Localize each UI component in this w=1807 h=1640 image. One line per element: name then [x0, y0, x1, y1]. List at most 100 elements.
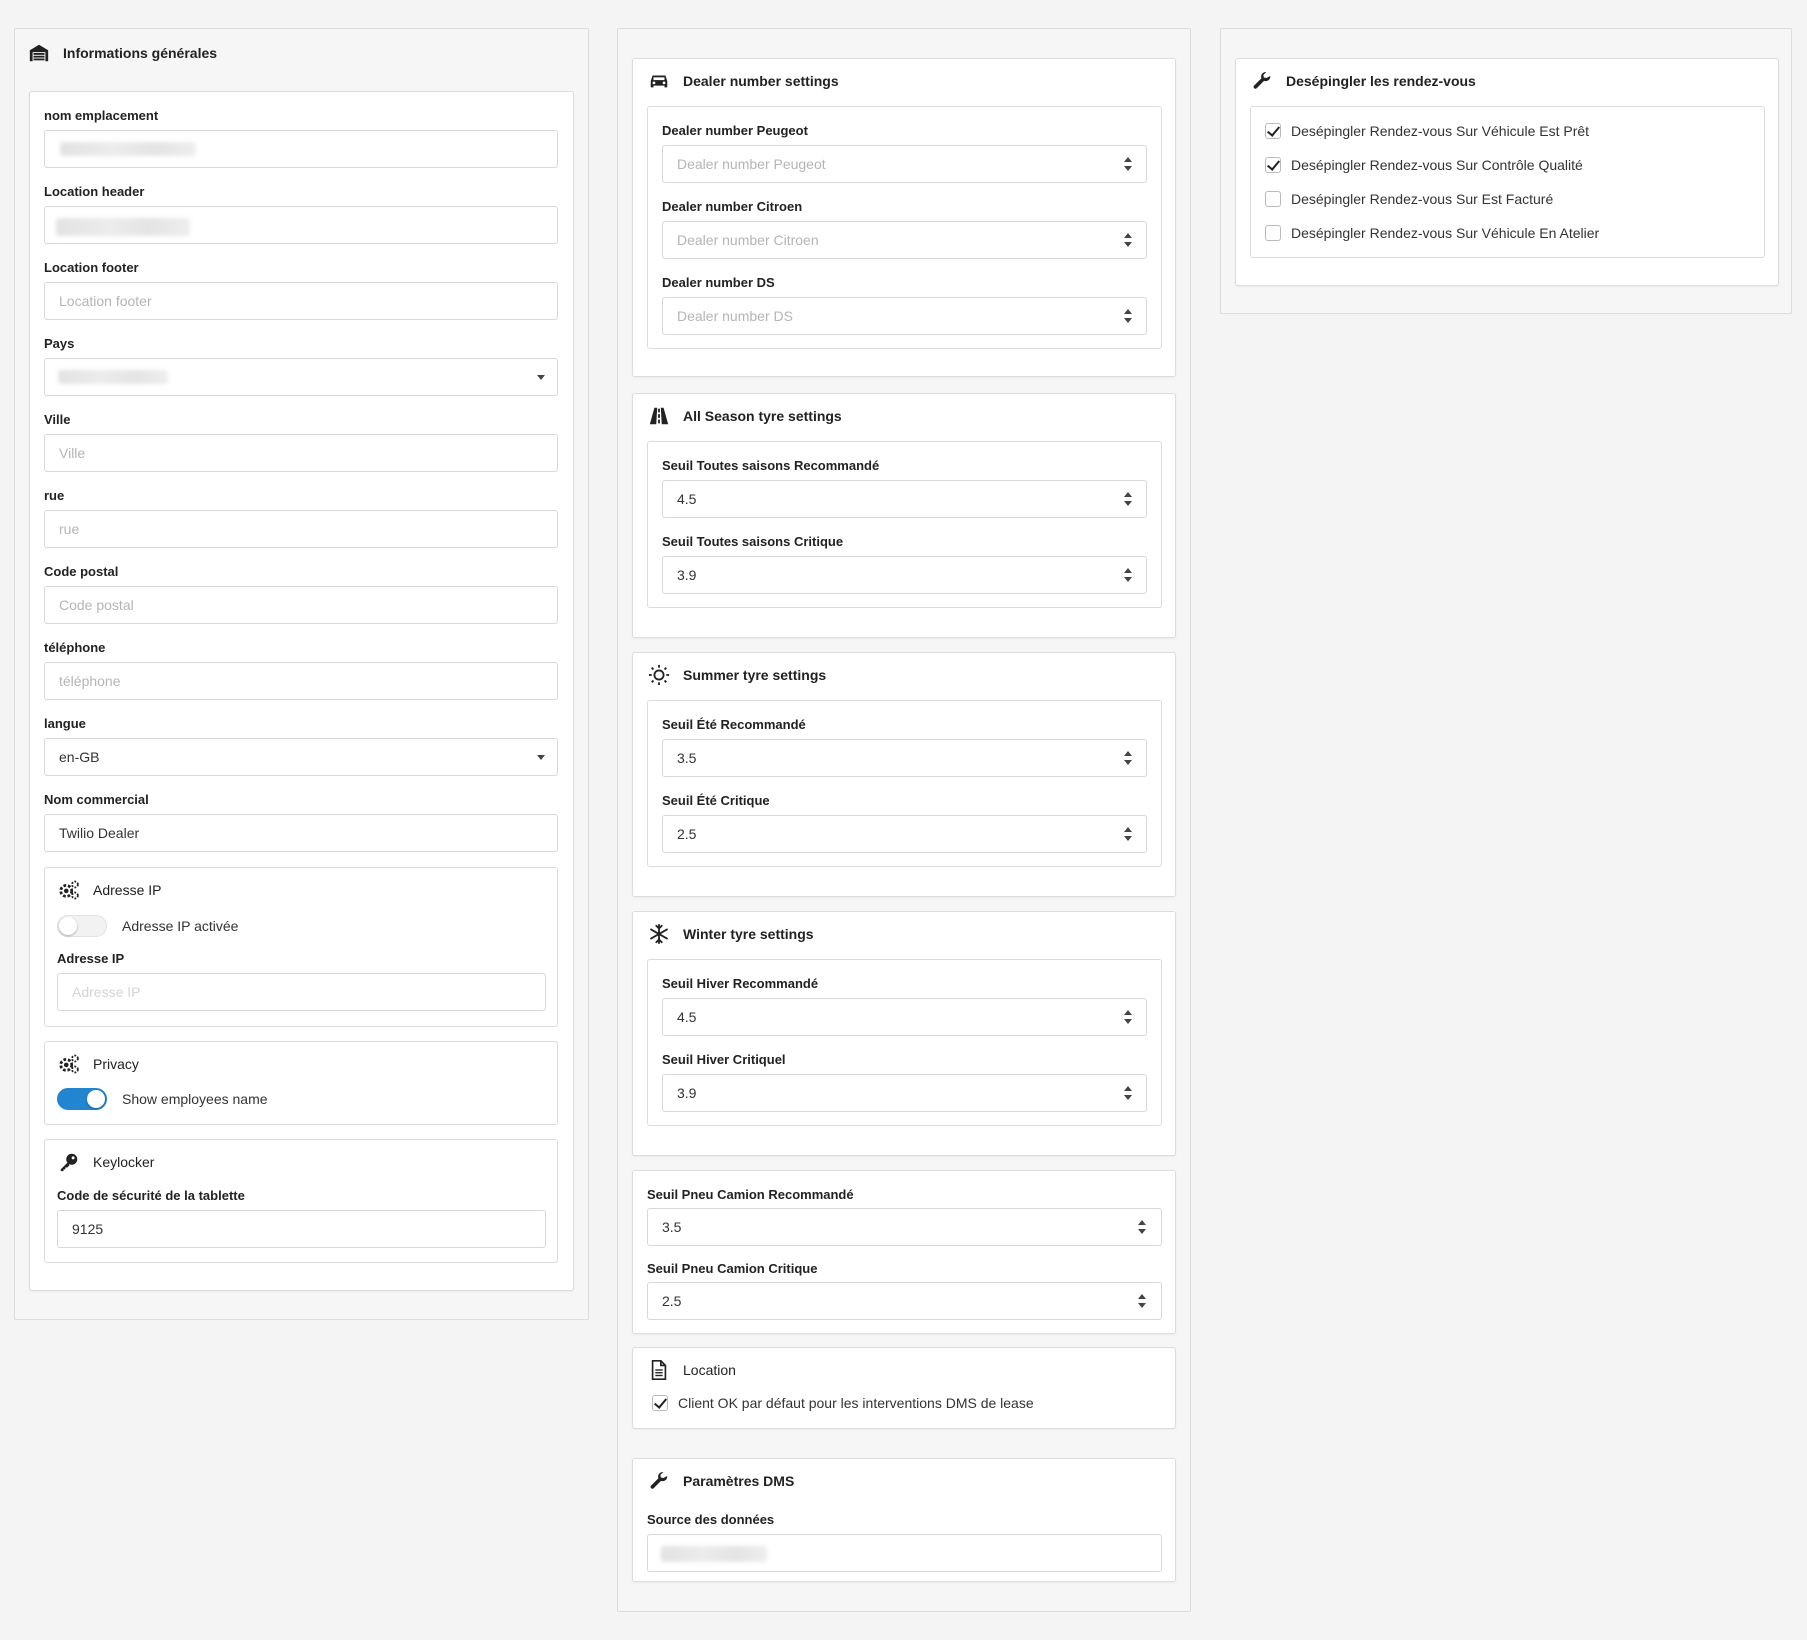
dealer-ds-input[interactable] [662, 297, 1147, 335]
stepper-icon[interactable] [1123, 491, 1133, 507]
stepper-icon[interactable] [1123, 308, 1133, 324]
key-icon [57, 1150, 81, 1174]
postal-code-input[interactable] [44, 586, 558, 624]
data-source-label: Source des données [647, 1512, 775, 1527]
phone-input[interactable] [44, 662, 558, 700]
summer-title: Summer tyre settings [683, 667, 827, 683]
dealer-citroen-label: Dealer number Citroen [662, 199, 803, 214]
location-title: Location [683, 1362, 736, 1378]
general-info-header: Informations générales [27, 41, 217, 65]
road-icon [647, 404, 671, 428]
location-footer-input[interactable] [44, 282, 558, 320]
all-season-critical-label: Seuil Toutes saisons Critique [662, 534, 844, 549]
city-input[interactable] [44, 434, 558, 472]
country-redacted [58, 370, 168, 384]
general-info-title: Informations générales [63, 45, 218, 61]
stepper-icon[interactable] [1123, 1085, 1133, 1101]
sun-icon [647, 663, 671, 687]
stepper-icon[interactable] [1137, 1219, 1147, 1235]
winter-recommended-label: Seuil Hiver Recommandé [662, 976, 819, 991]
all-season-recommended-input[interactable] [662, 480, 1147, 518]
dms-settings-panel: Paramètres DMS Source des données [632, 1458, 1176, 1582]
unpin-ready-checkbox[interactable] [1265, 123, 1281, 139]
dms-settings-title: Paramètres DMS [683, 1473, 795, 1489]
phone-label: téléphone [44, 640, 106, 655]
winter-critical-input[interactable] [662, 1074, 1147, 1112]
street-label: rue [44, 488, 65, 503]
postal-code-label: Code postal [44, 564, 119, 579]
unpin-item-invoiced[interactable]: Desépingler Rendez-vous Sur Est Facturé [1265, 191, 1553, 207]
chevron-down-icon [537, 375, 545, 380]
unpin-item-quality[interactable]: Desépingler Rendez-vous Sur Contrôle Qua… [1265, 157, 1583, 173]
unpin-panel: Desépingler les rendez-vous Desépingler … [1235, 58, 1779, 286]
dealer-peugeot-label: Dealer number Peugeot [662, 123, 808, 138]
tablet-code-input[interactable] [57, 1210, 546, 1248]
unpin-invoiced-checkbox[interactable] [1265, 191, 1281, 207]
stepper-icon[interactable] [1123, 156, 1133, 172]
location-footer-label: Location footer [44, 260, 139, 275]
commercial-name-input[interactable] [44, 814, 558, 852]
stepper-icon[interactable] [1123, 232, 1133, 248]
truck-critical-label: Seuil Pneu Camion Critique [647, 1261, 818, 1276]
dealer-peugeot-input[interactable] [662, 145, 1147, 183]
location-panel: Location Client OK par défaut pour les i… [632, 1347, 1176, 1429]
location-header-label: Location header [44, 184, 145, 199]
truck-recommended-input[interactable] [647, 1208, 1162, 1246]
dealer-number-inner: Dealer number Peugeot Dealer number Citr… [647, 106, 1162, 349]
unpin-item-ready[interactable]: Desépingler Rendez-vous Sur Véhicule Est… [1265, 123, 1589, 139]
show-employees-label: Show employees name [122, 1091, 268, 1107]
ip-address-label: Adresse IP [57, 951, 125, 966]
summer-critical-input[interactable] [662, 815, 1147, 853]
unpin-item-label: Desépingler Rendez-vous Sur Véhicule Est… [1291, 123, 1590, 139]
dealer-citroen-input[interactable] [662, 221, 1147, 259]
stepper-icon[interactable] [1123, 1009, 1133, 1025]
all-season-header: All Season tyre settings [647, 404, 842, 428]
unpin-header: Desépingler les rendez-vous [1250, 69, 1476, 93]
stepper-icon[interactable] [1137, 1293, 1147, 1309]
cogs-icon [57, 1052, 81, 1076]
client-ok-label: Client OK par défaut pour les interventi… [678, 1395, 1034, 1411]
unpin-list: Desépingler Rendez-vous Sur Véhicule Est… [1250, 106, 1765, 258]
location-header: Location [647, 1358, 736, 1382]
unpin-item-workshop[interactable]: Desépingler Rendez-vous Sur Véhicule En … [1265, 225, 1599, 241]
client-ok-checkbox-row[interactable]: Client OK par défaut pour les interventi… [652, 1395, 1034, 1411]
winter-panel: Winter tyre settings Seuil Hiver Recomma… [632, 911, 1176, 1156]
stepper-icon[interactable] [1123, 826, 1133, 842]
ip-address-header: Adresse IP [57, 878, 161, 902]
stepper-icon[interactable] [1123, 567, 1133, 583]
language-value: en-GB [59, 749, 100, 765]
country-label: Pays [44, 336, 75, 351]
keylocker-panel: Keylocker Code de sécurité de la tablett… [44, 1139, 558, 1263]
keylocker-title: Keylocker [93, 1154, 155, 1170]
ip-enabled-toggle[interactable] [57, 915, 107, 937]
commercial-name-label: Nom commercial [44, 792, 149, 807]
all-season-critical-input[interactable] [662, 556, 1147, 594]
language-label: langue [44, 716, 86, 731]
unpin-quality-checkbox[interactable] [1265, 157, 1281, 173]
client-ok-checkbox[interactable] [652, 1395, 668, 1411]
summer-recommended-input[interactable] [662, 739, 1147, 777]
truck-critical-input[interactable] [647, 1282, 1162, 1320]
city-label: Ville [44, 412, 71, 427]
ip-address-panel: Adresse IP Adresse IP activée Adresse IP [44, 867, 558, 1027]
location-header-redacted [56, 218, 190, 236]
ip-address-input[interactable] [57, 973, 546, 1011]
unpin-section: Desépingler les rendez-vous Desépingler … [1220, 28, 1792, 314]
data-source-redacted [661, 1546, 767, 1562]
unpin-item-label: Desépingler Rendez-vous Sur Est Facturé [1291, 191, 1554, 207]
summer-critical-label: Seuil Été Critique [662, 793, 770, 808]
snowflake-icon [647, 922, 671, 946]
summer-header: Summer tyre settings [647, 663, 826, 687]
winter-recommended-input[interactable] [662, 998, 1147, 1036]
language-select[interactable] [44, 738, 558, 776]
ip-enabled-label: Adresse IP activée [122, 918, 239, 934]
summer-recommended-label: Seuil Été Recommandé [662, 717, 806, 732]
stepper-icon[interactable] [1123, 750, 1133, 766]
unpin-workshop-checkbox[interactable] [1265, 225, 1281, 241]
winter-title: Winter tyre settings [683, 926, 814, 942]
show-employees-toggle[interactable] [57, 1088, 107, 1110]
privacy-panel: Privacy Show employees name [44, 1041, 558, 1125]
street-input[interactable] [44, 510, 558, 548]
dealer-number-header: Dealer number settings [647, 69, 839, 93]
privacy-title: Privacy [93, 1056, 139, 1072]
